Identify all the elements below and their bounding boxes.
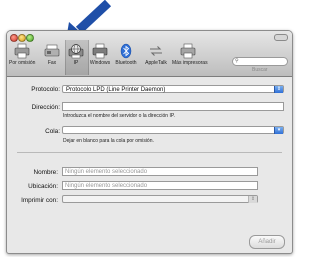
- print-with-select[interactable]: ⇕: [62, 195, 258, 203]
- chevron-down-icon[interactable]: ▾: [274, 127, 283, 134]
- address-label: Dirección:: [31, 104, 60, 111]
- chevron-updown-icon: ⇕: [274, 86, 283, 93]
- section-divider: [17, 152, 282, 153]
- tab-default[interactable]: Por omisión: [9, 43, 35, 75]
- protocol-value: Protocolo LPD (Line Printer Daemon): [66, 87, 166, 93]
- printer-default-icon: [14, 43, 30, 59]
- tab-appletalk[interactable]: AppleTalk: [144, 43, 168, 75]
- address-hint: Introduzca el nombre del servidor o la d…: [63, 113, 175, 119]
- queue-label: Cola:: [45, 128, 60, 135]
- ip-printer-globe-icon: [68, 44, 84, 59]
- zoom-button[interactable]: [26, 34, 34, 42]
- tab-appletalk-label: AppleTalk: [145, 60, 167, 66]
- fax-icon: [44, 44, 60, 57]
- protocol-label: Protocolo:: [31, 86, 60, 93]
- toolbar: Por omisión Fax IP Windows Bluetooth App…: [7, 31, 292, 77]
- location-input[interactable]: Ningún elemento seleccionado: [62, 181, 258, 190]
- address-input[interactable]: [62, 102, 284, 111]
- more-printers-icon: [180, 43, 196, 59]
- windows-printer-icon: [92, 43, 108, 59]
- queue-hint: Dejar en blanco para la cola por omisión…: [63, 138, 154, 144]
- add-button[interactable]: Añadir: [249, 235, 285, 249]
- search-icon: ⚲: [235, 58, 239, 64]
- tab-fax[interactable]: Fax: [43, 43, 61, 75]
- name-input[interactable]: Ningún elemento seleccionado: [62, 167, 258, 176]
- tab-more-printers-label: Más impresoras: [172, 60, 208, 66]
- queue-combo[interactable]: ▾: [62, 126, 284, 134]
- tab-ip[interactable]: IP: [67, 43, 85, 75]
- tab-default-label: Por omisión: [9, 60, 36, 66]
- close-button[interactable]: [10, 34, 18, 42]
- print-with-label: Imprimir con:: [21, 197, 58, 204]
- add-printer-window: Por omisión Fax IP Windows Bluetooth App…: [6, 30, 293, 254]
- appletalk-icon: [150, 46, 162, 56]
- location-value: Ningún elemento seleccionado: [65, 183, 148, 189]
- chevron-updown-icon: ⇕: [248, 196, 257, 203]
- tab-ip-label: IP: [73, 60, 79, 66]
- name-value: Ningún elemento seleccionado: [65, 169, 148, 175]
- search-input[interactable]: ⚲: [232, 57, 288, 66]
- tab-more-printers[interactable]: Más impresoras: [172, 43, 208, 75]
- bluetooth-icon: [120, 43, 132, 59]
- toolbar-toggle-button[interactable]: [274, 34, 288, 41]
- minimize-button[interactable]: [18, 34, 26, 42]
- search-label: Buscar: [252, 67, 268, 73]
- name-label: Nombre:: [33, 169, 58, 176]
- location-label: Ubicación:: [28, 183, 58, 190]
- tab-windows[interactable]: Windows: [89, 43, 111, 75]
- protocol-select[interactable]: Protocolo LPD (Line Printer Daemon) ⇕: [62, 85, 284, 93]
- tab-bluetooth[interactable]: Bluetooth: [114, 43, 138, 75]
- tab-windows-label: Windows: [89, 60, 111, 66]
- tab-bluetooth-label: Bluetooth: [115, 60, 137, 66]
- tab-fax-label: Fax: [47, 60, 57, 66]
